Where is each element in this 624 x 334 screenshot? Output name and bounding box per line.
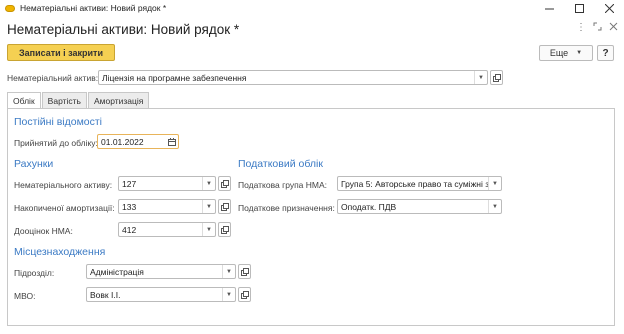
accepted-date-value: 01.01.2022 xyxy=(101,136,144,147)
more-button[interactable]: Еще ▼ xyxy=(539,45,593,61)
chevron-down-icon: ▼ xyxy=(576,50,583,56)
section-permanent: Постійні відомості xyxy=(14,116,103,128)
maximize-icon[interactable] xyxy=(564,0,594,16)
amortization-account-value: 133 xyxy=(122,201,137,212)
tab-bar: Облік Вартість Амортизація xyxy=(7,92,150,109)
open-link-icon[interactable] xyxy=(218,222,231,237)
asset-field[interactable]: Ліцензія на програмне забезпечення ▼ xyxy=(98,70,488,85)
chevron-down-icon[interactable]: ▼ xyxy=(488,200,501,213)
open-link-icon[interactable] xyxy=(218,199,231,214)
window-controls xyxy=(534,0,624,16)
save-and-close-button[interactable]: Записати і закрити xyxy=(7,44,115,61)
revaluation-account-label: Дооцінок НМА: xyxy=(14,226,73,236)
accepted-label: Прийнятий до обліку: xyxy=(14,138,98,148)
tax-purpose-label: Податкове призначення: xyxy=(238,203,335,213)
chevron-down-icon[interactable]: ▼ xyxy=(202,223,215,236)
open-link-icon[interactable] xyxy=(218,176,231,191)
intangible-account-value: 127 xyxy=(122,178,137,189)
mol-label: МВО: xyxy=(14,291,36,301)
section-accounts: Рахунки xyxy=(14,158,54,170)
header-actions: ⋮ xyxy=(576,22,618,34)
asset-value: Ліцензія на програмне забезпечення xyxy=(102,72,247,83)
tab-cost[interactable]: Вартість xyxy=(41,92,87,108)
asset-label: Нематеріальний актив: xyxy=(7,73,99,83)
minimize-icon[interactable] xyxy=(534,0,564,16)
more-button-label: Еще xyxy=(549,48,569,58)
section-tax: Податковий облік xyxy=(238,158,323,170)
mol-value: Вовк І.І. xyxy=(90,289,121,300)
chevron-down-icon[interactable]: ▼ xyxy=(488,177,501,190)
more-dots-icon[interactable]: ⋮ xyxy=(576,22,586,34)
window-title: Нематеріальні активи: Новий рядок * xyxy=(20,3,167,13)
page-title: Нематеріальні активи: Новий рядок * xyxy=(7,22,240,37)
accepted-date-field[interactable]: 01.01.2022 xyxy=(97,134,179,149)
department-value: Адміністрація xyxy=(90,266,144,277)
revaluation-account-value: 412 xyxy=(122,224,137,235)
department-field[interactable]: Адміністрація ▼ xyxy=(86,264,236,279)
tab-amortization[interactable]: Амортизація xyxy=(87,92,150,108)
chevron-down-icon[interactable]: ▼ xyxy=(202,200,215,213)
tax-purpose-field[interactable]: Оподатк. ПДВ ▼ xyxy=(337,199,502,214)
chevron-down-icon[interactable]: ▼ xyxy=(474,71,487,84)
open-link-icon[interactable] xyxy=(238,264,251,279)
department-label: Підрозділ: xyxy=(14,268,55,278)
amortization-account-label: Накопиченої амортизації: xyxy=(14,203,115,213)
section-location: Місцезнаходження xyxy=(14,246,106,258)
intangible-account-label: Нематеріального активу: xyxy=(14,180,113,190)
window-titlebar: Нематеріальні активи: Новий рядок * xyxy=(0,0,624,16)
app-logo-icon xyxy=(5,4,15,12)
open-link-icon[interactable] xyxy=(238,287,251,302)
chevron-down-icon[interactable]: ▼ xyxy=(202,177,215,190)
open-link-icon[interactable] xyxy=(490,70,503,85)
revaluation-account-field[interactable]: 412 ▼ xyxy=(118,222,216,237)
calendar-icon[interactable] xyxy=(165,135,178,148)
amortization-account-field[interactable]: 133 ▼ xyxy=(118,199,216,214)
chevron-down-icon[interactable]: ▼ xyxy=(222,288,235,301)
tax-purpose-value: Оподатк. ПДВ xyxy=(341,201,397,212)
close-icon[interactable] xyxy=(609,22,618,34)
tax-group-value: Група 5: Авторське право та суміжні з ни… xyxy=(341,178,488,189)
expand-icon[interactable] xyxy=(593,22,602,34)
tax-group-label: Податкова група НМА: xyxy=(238,180,328,190)
tab-accounting[interactable]: Облік xyxy=(7,92,41,109)
help-button[interactable]: ? xyxy=(597,45,614,61)
intangible-account-field[interactable]: 127 ▼ xyxy=(118,176,216,191)
tax-group-field[interactable]: Група 5: Авторське право та суміжні з ни… xyxy=(337,176,502,191)
chevron-down-icon[interactable]: ▼ xyxy=(222,265,235,278)
window-close-icon[interactable] xyxy=(594,0,624,16)
mol-field[interactable]: Вовк І.І. ▼ xyxy=(86,287,236,302)
